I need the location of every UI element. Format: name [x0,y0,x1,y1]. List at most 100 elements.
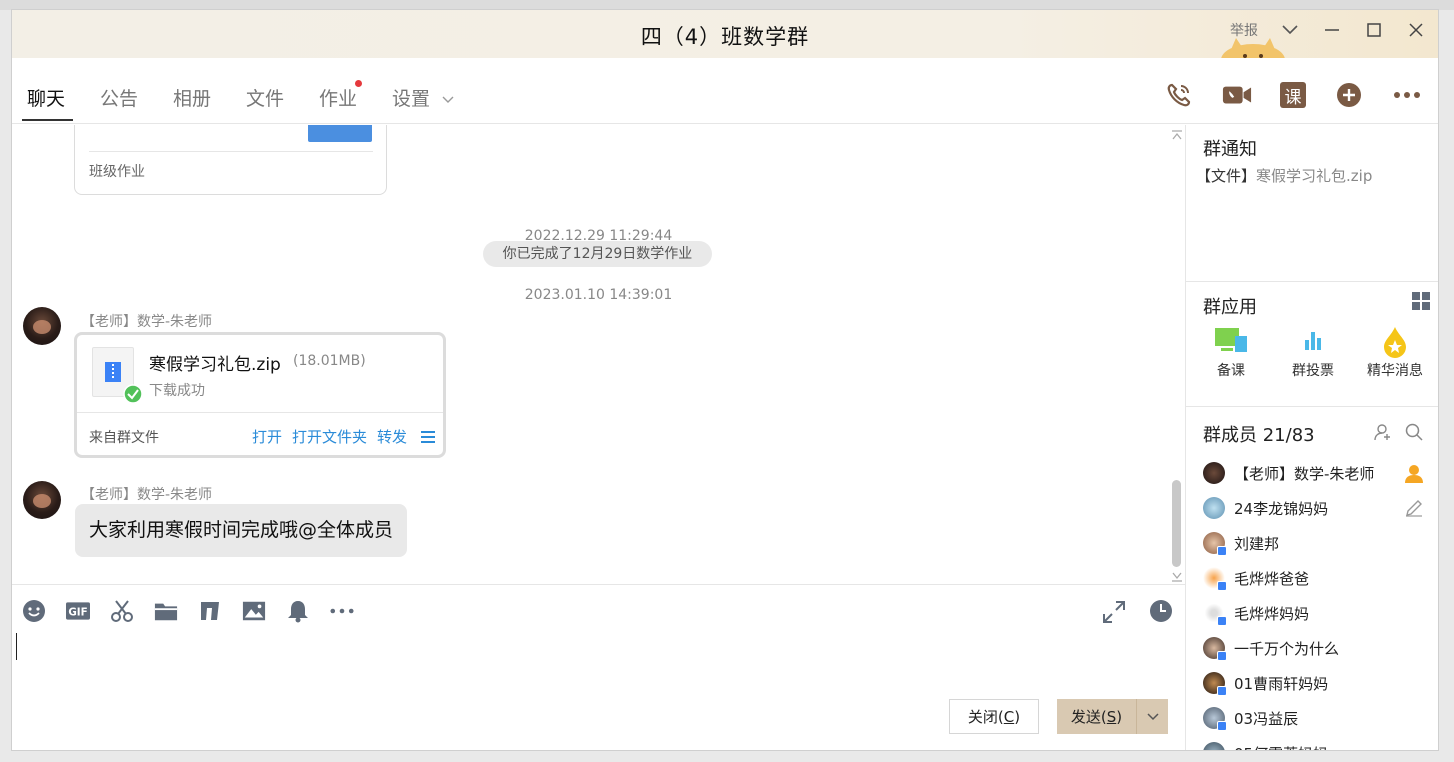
voice-call-icon[interactable] [1164,80,1194,110]
course-icon[interactable]: 课 [1280,82,1306,108]
group-notice-title: 群通知 [1203,139,1257,160]
tab-files[interactable]: 文件 [246,84,284,111]
expand-input-icon[interactable] [1102,600,1126,624]
member-name: 05何零萱妈妈 [1234,743,1328,751]
image-icon[interactable] [242,599,266,623]
search-member-icon[interactable] [1405,423,1423,441]
member-name: 24李龙锦妈妈 [1234,499,1329,518]
sender-avatar[interactable] [23,481,61,519]
member-item[interactable]: 24李龙锦妈妈 [1203,493,1328,523]
message-list[interactable]: 班级作业 2022.12.29 11:29:44 你已完成了12月29日数学作业… [12,125,1185,584]
emoji-icon[interactable] [22,599,46,623]
settings-chevron-icon [442,96,454,103]
add-member-icon[interactable] [1374,423,1392,441]
text-message-bubble[interactable]: 大家利用寒假时间完成哦@全体成员 [75,504,408,557]
tab-announcement[interactable]: 公告 [100,84,138,111]
app-essence-messages[interactable]: 精华消息 [1360,326,1430,380]
group-notice-section: 群通知 【文件】寒假学习礼包.zip [1186,125,1438,282]
member-avatar [1203,462,1225,484]
member-item[interactable]: 05何零萱妈妈 [1203,738,1328,751]
gif-icon[interactable]: GIF [66,599,90,623]
scroll-up-icon[interactable] [1171,126,1183,140]
file-size: (18.01MB) [293,353,366,369]
member-avatar [1203,672,1227,696]
bell-icon[interactable] [286,599,310,623]
more-tools-icon[interactable] [330,599,354,623]
message-input[interactable] [12,625,1172,690]
forward-link[interactable]: 转发 [377,426,407,447]
app-lesson-prep-label: 备课 [1217,363,1245,379]
homework-card-footer: 班级作业 [89,164,145,180]
member-avatar [1203,532,1227,556]
homework-notification-dot [355,80,362,87]
app-lesson-prep[interactable]: 备课 [1196,326,1266,380]
file-menu-icon[interactable] [420,430,436,444]
tab-settings[interactable]: 设置 [392,84,454,111]
tab-settings-label: 设置 [392,88,431,110]
scroll-down-icon[interactable] [1171,568,1183,582]
member-name: 一千万个为什么 [1234,639,1340,658]
member-item[interactable]: 毛烨烨爸爸 [1203,563,1309,593]
notice-prefix: 【文件】 [1196,167,1257,185]
add-app-icon[interactable] [1334,80,1364,110]
maximize-icon[interactable] [1364,20,1384,40]
group-vote-icon [1305,332,1321,350]
close-button-label: 关闭( [967,708,1004,726]
dropdown-chevron-icon[interactable] [1280,20,1300,40]
group-apps-title: 群应用 [1203,297,1257,318]
file-source: 来自群文件 [89,430,159,446]
member-name: 刘建邦 [1234,534,1280,553]
shake-window-icon[interactable] [198,599,222,623]
report-button[interactable]: 举报 [1230,20,1258,40]
open-folder-link[interactable]: 打开文件夹 [292,426,367,447]
send-options-dropdown[interactable] [1137,699,1168,734]
app-group-vote[interactable]: 群投票 [1278,326,1348,380]
sender-avatar[interactable] [23,307,61,345]
group-members-title: 群成员 21/83 [1203,425,1315,446]
member-name: 毛烨烨妈妈 [1234,604,1310,623]
member-name: 毛烨烨爸爸 [1234,569,1310,588]
file-name[interactable]: 寒假学习礼包.zip [149,350,281,375]
member-item[interactable]: 01曹雨轩妈妈 [1203,668,1328,698]
zip-file-icon [92,347,143,404]
edit-icon[interactable] [1405,499,1423,517]
member-item[interactable]: 毛烨烨妈妈 [1203,598,1309,628]
apps-grid-icon[interactable] [1412,292,1430,310]
close-button-tail: ) [1014,707,1021,726]
more-icon[interactable] [1392,80,1422,110]
app-group-vote-label: 群投票 [1292,363,1334,379]
member-item[interactable]: 03冯益辰 [1203,703,1298,733]
tab-bar: 聊天 公告 相册 文件 作业 设置 课 [12,58,1438,124]
chat-window: 四（4）班数学群 举报 聊天 公告 相册 文件 作业 设置 课 班级作业 202… [11,9,1439,751]
screenshot-scissors-icon[interactable] [110,599,134,623]
tab-homework[interactable]: 作业 [319,84,357,111]
title-bar[interactable]: 四（4）班数学群 举报 [12,10,1438,64]
member-item[interactable]: 【老师】数学-朱老师 [1203,458,1374,488]
active-tab-underline [22,119,73,121]
file-card-divider [77,412,443,413]
member-item[interactable]: 刘建邦 [1203,528,1279,558]
tab-chat[interactable]: 聊天 [27,84,65,111]
app-essence-messages-label: 精华消息 [1367,363,1423,379]
close-icon[interactable] [1406,20,1426,40]
homework-card[interactable]: 班级作业 [74,125,387,195]
close-button[interactable]: 关闭(C) [949,699,1039,734]
file-message-card[interactable]: 寒假学习礼包.zip (18.01MB) 下载成功 来自群文件 打开 打开文件夹… [74,332,446,458]
member-item[interactable]: 一千万个为什么 [1203,633,1339,663]
open-file-link[interactable]: 打开 [252,426,282,447]
member-name: 01曹雨轩妈妈 [1234,674,1329,693]
input-toolbar: GIF [22,599,354,623]
tab-album[interactable]: 相册 [173,84,211,111]
minimize-icon[interactable] [1322,20,1342,40]
member-avatar [1203,742,1225,750]
history-clock-icon[interactable] [1149,599,1173,623]
group-notice-content[interactable]: 【文件】寒假学习礼包.zip [1196,165,1372,186]
folder-icon[interactable] [154,599,178,623]
homework-card-button[interactable] [308,125,372,142]
sender-name: 【老师】数学-朱老师 [81,487,213,503]
group-info-panel: 群通知 【文件】寒假学习礼包.zip 群应用 备课 群投票 精华消息 群成员 2… [1185,125,1438,751]
success-check-icon [123,384,143,404]
send-button[interactable]: 发送(S) [1057,699,1137,734]
video-call-icon[interactable] [1222,80,1252,110]
chat-scrollbar-thumb[interactable] [1172,480,1181,567]
